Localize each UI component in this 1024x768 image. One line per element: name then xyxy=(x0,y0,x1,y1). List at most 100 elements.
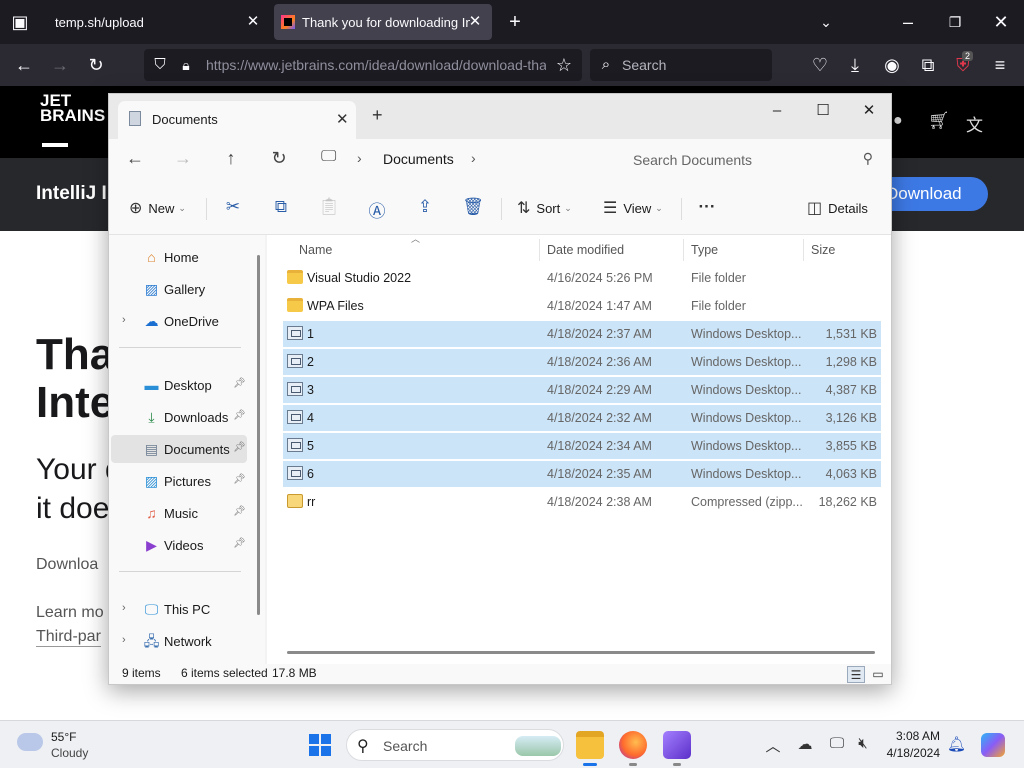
cloud-icon[interactable] xyxy=(17,733,43,751)
breadcrumb[interactable]: 🖵︎ › Documents › xyxy=(311,142,609,176)
column-header-type[interactable]: Type xyxy=(691,243,718,257)
close-explorer-tab-icon[interactable]: ✕ xyxy=(336,110,349,128)
nav-item-music[interactable]: ♫ Music 📌︎ xyxy=(111,499,247,527)
pin-icon[interactable]: 📌︎ xyxy=(233,442,246,453)
nav-item-home[interactable]: ⌂ Home xyxy=(111,243,247,271)
new-explorer-tab-icon[interactable]: + xyxy=(372,105,383,126)
new-button[interactable]: ⊕ New ⌄ xyxy=(129,198,186,218)
file-row[interactable]: Visual Studio 2022 4/16/2024 5:26 PM File … xyxy=(283,265,881,291)
nav-item-onedrive[interactable]: › ☁ OneDrive xyxy=(111,307,247,335)
share-icon[interactable]: ⇪ xyxy=(413,197,437,217)
lock-icon[interactable]: 🔒︎ xyxy=(174,54,198,76)
start-button[interactable] xyxy=(309,734,331,756)
details-button[interactable]: ◫ Details xyxy=(807,198,868,218)
tab-jetbrains[interactable]: Thank you for downloading IntelliJ ✕ xyxy=(274,4,492,40)
view-button[interactable]: ☰ View ⌄ xyxy=(603,198,663,218)
paste-icon[interactable]: 📋︎ xyxy=(317,197,341,217)
column-header-date[interactable]: Date modified xyxy=(547,243,624,257)
cut-icon[interactable]: ✂ xyxy=(221,197,245,217)
nav-item-gallery[interactable]: ▨ Gallery xyxy=(111,275,247,303)
file-row[interactable]: 2 4/18/2024 2:36 AM Windows Desktop... 1,29… xyxy=(283,349,881,375)
restore-browser-icon[interactable]: ❐ xyxy=(943,11,967,33)
file-row[interactable]: 3 4/18/2024 2:29 AM Windows Desktop... 4,38… xyxy=(283,377,881,403)
clock-time[interactable]: 3:08 AM xyxy=(884,729,940,743)
nav-item-desktop[interactable]: ▬ Desktop 📌︎ xyxy=(111,371,247,399)
downloads-icon[interactable]: ⤓ xyxy=(843,54,867,76)
nav-item-videos[interactable]: ▶ Videos 📌︎ xyxy=(111,531,247,559)
learn-more-link[interactable]: Learn mo xyxy=(36,604,104,622)
new-tab-icon[interactable]: + xyxy=(503,11,527,33)
expand-chevron-icon[interactable]: › xyxy=(122,602,126,614)
minimize-browser-icon[interactable]: – xyxy=(896,11,920,33)
list-tabs-chevron-icon[interactable]: ⌄ xyxy=(814,11,838,33)
column-divider[interactable] xyxy=(803,239,804,261)
breadcrumb-documents[interactable]: Documents xyxy=(383,151,454,167)
taskbar-search[interactable]: ⚲ Search xyxy=(346,729,564,761)
visual-studio-app-icon[interactable] xyxy=(663,731,691,766)
pin-icon[interactable]: 📌︎ xyxy=(233,410,246,421)
pocket-icon[interactable]: ♡ xyxy=(808,54,832,76)
account-icon[interactable]: ◉ xyxy=(880,54,904,76)
more-options-icon[interactable]: ··· xyxy=(695,197,719,217)
language-icon[interactable]: 文 xyxy=(966,111,983,136)
nav-item-downloads[interactable]: ⤓ Downloads 📌︎ xyxy=(111,403,247,431)
forward-icon[interactable]: → xyxy=(171,148,195,169)
url-bar[interactable]: ⛉ 🔒︎ https://www.jetbrains.com/idea/down… xyxy=(144,49,582,81)
volume-muted-icon[interactable]: 🔇︎ xyxy=(852,735,874,752)
expand-chevron-icon[interactable]: › xyxy=(122,634,126,646)
shield-icon[interactable]: ⛉ xyxy=(148,54,172,76)
up-icon[interactable]: ↑ xyxy=(219,148,243,169)
pin-icon[interactable]: 📌︎ xyxy=(233,506,246,517)
file-row[interactable]: 6 4/18/2024 2:35 AM Windows Desktop... 4,06… xyxy=(283,461,881,487)
close-tab-icon[interactable]: ✕ xyxy=(244,13,262,31)
column-divider[interactable] xyxy=(539,239,540,261)
minimize-icon[interactable]: – xyxy=(757,98,797,124)
back-icon[interactable]: ← xyxy=(123,148,147,169)
clock-date[interactable]: 4/18/2024 xyxy=(884,746,940,760)
maximize-icon[interactable]: ☐ xyxy=(803,98,843,124)
weather-temp[interactable]: 55°F xyxy=(51,730,76,744)
column-header-name[interactable]: Name xyxy=(299,243,332,257)
third-party-link[interactable]: Third-par xyxy=(36,628,101,647)
column-divider[interactable] xyxy=(683,239,684,261)
column-header-size[interactable]: Size xyxy=(811,243,835,257)
user-icon[interactable]: ● xyxy=(893,112,903,130)
tab-temp-sh[interactable]: temp.sh/upload ✕ xyxy=(44,4,270,40)
cloud-sync-icon[interactable]: ☁ xyxy=(794,735,816,753)
copy-icon[interactable]: ⧉ xyxy=(269,197,293,217)
reload-icon[interactable]: ↻ xyxy=(84,54,108,76)
nav-scrollbar[interactable] xyxy=(257,255,260,615)
firefox-app-icon[interactable] xyxy=(619,731,647,766)
tab-overview-icon[interactable]: ▣ xyxy=(8,11,32,33)
pin-icon[interactable]: 📌︎ xyxy=(233,378,246,389)
close-browser-icon[interactable]: ✕ xyxy=(989,11,1013,33)
cart-icon[interactable]: 🛒︎ xyxy=(928,111,950,131)
sort-button[interactable]: ⇅ Sort ⌄ xyxy=(517,198,572,218)
chevron-right-icon[interactable]: › xyxy=(471,150,476,166)
rename-icon[interactable]: Ⓐ xyxy=(365,197,389,222)
pin-icon[interactable]: 📌︎ xyxy=(233,474,246,485)
search-documents-input[interactable]: Search Documents ⚲ xyxy=(621,144,881,176)
file-row[interactable]: 4 4/18/2024 2:32 AM Windows Desktop... 3,12… xyxy=(283,405,881,431)
nav-item-this-pc[interactable]: › 🖵︎ This PC xyxy=(111,595,247,623)
details-view-icon[interactable]: ☰ xyxy=(847,666,865,683)
expand-chevron-icon[interactable]: › xyxy=(122,314,126,326)
file-row[interactable]: 1 4/18/2024 2:37 AM Windows Desktop... 1,53… xyxy=(283,321,881,347)
file-explorer-app-icon[interactable] xyxy=(576,731,604,766)
forward-icon[interactable]: → xyxy=(48,54,72,76)
show-hidden-icons-chevron-icon[interactable]: ︿ xyxy=(762,735,784,756)
refresh-icon[interactable]: ↻ xyxy=(267,148,291,169)
file-row[interactable]: WPA Files 4/18/2024 1:47 AM File folder xyxy=(283,293,881,319)
file-row[interactable]: 5 4/18/2024 2:34 AM Windows Desktop... 3,85… xyxy=(283,433,881,459)
extensions-icon[interactable]: ⧉ xyxy=(916,54,940,76)
close-tab-icon[interactable]: ✕ xyxy=(466,13,484,31)
notification-bell-icon[interactable]: 🔔︎ xyxy=(947,735,966,753)
network-icon[interactable]: 🖵︎ xyxy=(826,735,848,752)
file-row[interactable]: rr 4/18/2024 2:38 AM Compressed (zipp... 18… xyxy=(283,489,881,515)
jetbrains-logo[interactable]: JET BRAINS xyxy=(36,86,108,156)
copilot-icon[interactable] xyxy=(981,733,1005,757)
explorer-tab-documents[interactable]: Documents ✕ xyxy=(118,101,356,139)
bookmark-star-icon[interactable]: ☆ xyxy=(552,54,576,76)
pin-icon[interactable]: 📌︎ xyxy=(233,538,246,549)
browser-search-bar[interactable]: ⌕ Search xyxy=(590,49,772,81)
